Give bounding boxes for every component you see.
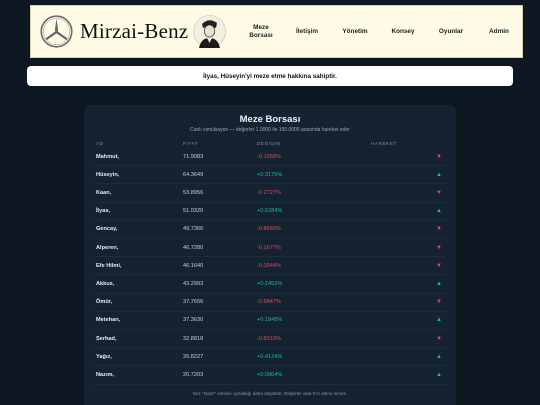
column-header-price: FİYAT: [183, 141, 199, 146]
table-row: Ömür, 37.7656 -0.9847% ▼: [94, 294, 446, 312]
down-triangle-icon: ▼: [436, 244, 442, 251]
up-triangle-icon: ▲: [436, 171, 442, 178]
nav-iletisim[interactable]: İletişim: [284, 6, 330, 57]
row-change: -0.2727%: [257, 189, 281, 196]
table-row: Yağız, 26.8227 +0.4124% ▲: [94, 348, 446, 367]
row-price: 20.7203: [183, 371, 204, 378]
row-price: 71.9083: [183, 153, 204, 160]
table-row: Akkus, 43.2993 +0.1452% ▲: [94, 275, 446, 294]
row-name: Gencay,: [96, 226, 118, 233]
market-title: Meze Borsası: [239, 114, 301, 125]
row-price: 51.0320: [183, 208, 204, 215]
row-name: Kaan,: [96, 189, 112, 196]
down-triangle-icon: ▼: [436, 262, 442, 269]
down-triangle-icon: ▼: [436, 226, 442, 233]
nav-konsey[interactable]: Konsey: [380, 6, 426, 57]
row-price: 26.8227: [183, 353, 204, 360]
row-price: 64.3649: [183, 171, 204, 178]
row-name: Hüseyin,: [96, 171, 120, 178]
row-change: +0.4124%: [257, 353, 283, 360]
row-change: +0.1848%: [257, 317, 283, 324]
row-change: +0.1452%: [257, 280, 283, 287]
row-price: 53.8956: [183, 189, 204, 196]
row-change: -0.1958%: [257, 153, 281, 160]
row-name: Nazım,: [96, 371, 115, 378]
table-row: İlyas, 51.0320 +0.6284% ▲: [94, 203, 446, 221]
nav-yonetim[interactable]: Yönetim: [331, 6, 379, 57]
column-header-name: AD: [96, 141, 104, 146]
row-price: 32.8818: [183, 335, 204, 342]
table-row: Mahmut, 71.9083 -0.1958% ▼: [94, 148, 446, 167]
row-name: Yağız,: [96, 353, 112, 360]
down-triangle-icon: ▼: [436, 153, 442, 160]
row-price: 37.7656: [183, 299, 204, 306]
up-triangle-icon: ▲: [436, 208, 442, 215]
row-change: -0.8666%: [257, 226, 281, 233]
row-price: 49.7366: [183, 226, 204, 233]
column-header-change: DEĞİŞİM: [257, 141, 281, 146]
up-triangle-icon: ▲: [436, 371, 442, 378]
row-change: +0.3175%: [257, 171, 283, 178]
table-row: Gencay, 49.7366 -0.8666% ▼: [94, 221, 446, 239]
row-name: Alperen,: [96, 244, 119, 251]
row-price: 46.1640: [183, 262, 204, 269]
market-subtitle: Canlı simülasyon — değerler 1.0000 ile 1…: [190, 127, 350, 133]
row-price: 37.3630: [183, 317, 204, 324]
market-footnote: Not: "Nazlı" isminin oynaklığı daha düşü…: [192, 391, 348, 396]
up-triangle-icon: ▲: [436, 280, 442, 287]
notice-banner: İlyas, Hüseyin'yi meze etme hakkına sahi…: [27, 66, 513, 86]
up-triangle-icon: ▲: [436, 317, 442, 324]
main-nav: Meze Borsası İletişim Yönetim Konsey Oyu…: [31, 6, 522, 57]
table-row: Nazım, 20.7203 +0.0964% ▲: [94, 366, 446, 385]
row-change: -0.1677%: [257, 244, 281, 251]
row-change: -0.9847%: [257, 299, 281, 306]
row-name: Efe Hilmi,: [96, 262, 122, 269]
row-change: -0.3544%: [257, 262, 281, 269]
table-row: Efe Hilmi, 46.1640 -0.3544% ▼: [94, 257, 446, 276]
nav-oyunlar[interactable]: Oyunlar: [427, 6, 475, 57]
table-row: Alperen, 46.7280 -0.1677% ▼: [94, 239, 446, 258]
down-triangle-icon: ▼: [436, 299, 442, 306]
row-change: -0.8319%: [257, 335, 281, 342]
market-panel: Meze Borsası Canlı simülasyon — değerler…: [84, 105, 456, 405]
site-header: Mirzai-Benz Meze Borsası İletişim Yöneti…: [30, 5, 523, 58]
row-name: Ömür,: [96, 299, 113, 306]
row-name: Serhad,: [96, 335, 117, 342]
down-triangle-icon: ▼: [436, 335, 442, 342]
column-header-move: HAREKET: [371, 141, 397, 146]
row-name: Metehan,: [96, 317, 121, 324]
row-price: 43.2993: [183, 280, 204, 287]
row-price: 46.7280: [183, 244, 204, 251]
row-name: İlyas,: [96, 208, 110, 215]
row-name: Akkus,: [96, 280, 115, 287]
row-change: +0.6284%: [257, 208, 283, 215]
up-triangle-icon: ▲: [436, 353, 442, 360]
nav-admin[interactable]: Admin: [476, 6, 522, 57]
table-row: Metehan, 37.3630 +0.1848% ▲: [94, 312, 446, 330]
row-change: +0.0964%: [257, 371, 283, 378]
row-name: Mahmut,: [96, 153, 119, 160]
nav-meze-borsasi[interactable]: Meze Borsası: [236, 6, 286, 57]
down-triangle-icon: ▼: [436, 189, 442, 196]
table-row: Serhad, 32.8818 -0.8319% ▼: [94, 330, 446, 349]
table-row: Kaan, 53.8956 -0.2727% ▼: [94, 184, 446, 203]
table-row: Hüseyin, 64.3649 +0.3175% ▲: [94, 166, 446, 185]
